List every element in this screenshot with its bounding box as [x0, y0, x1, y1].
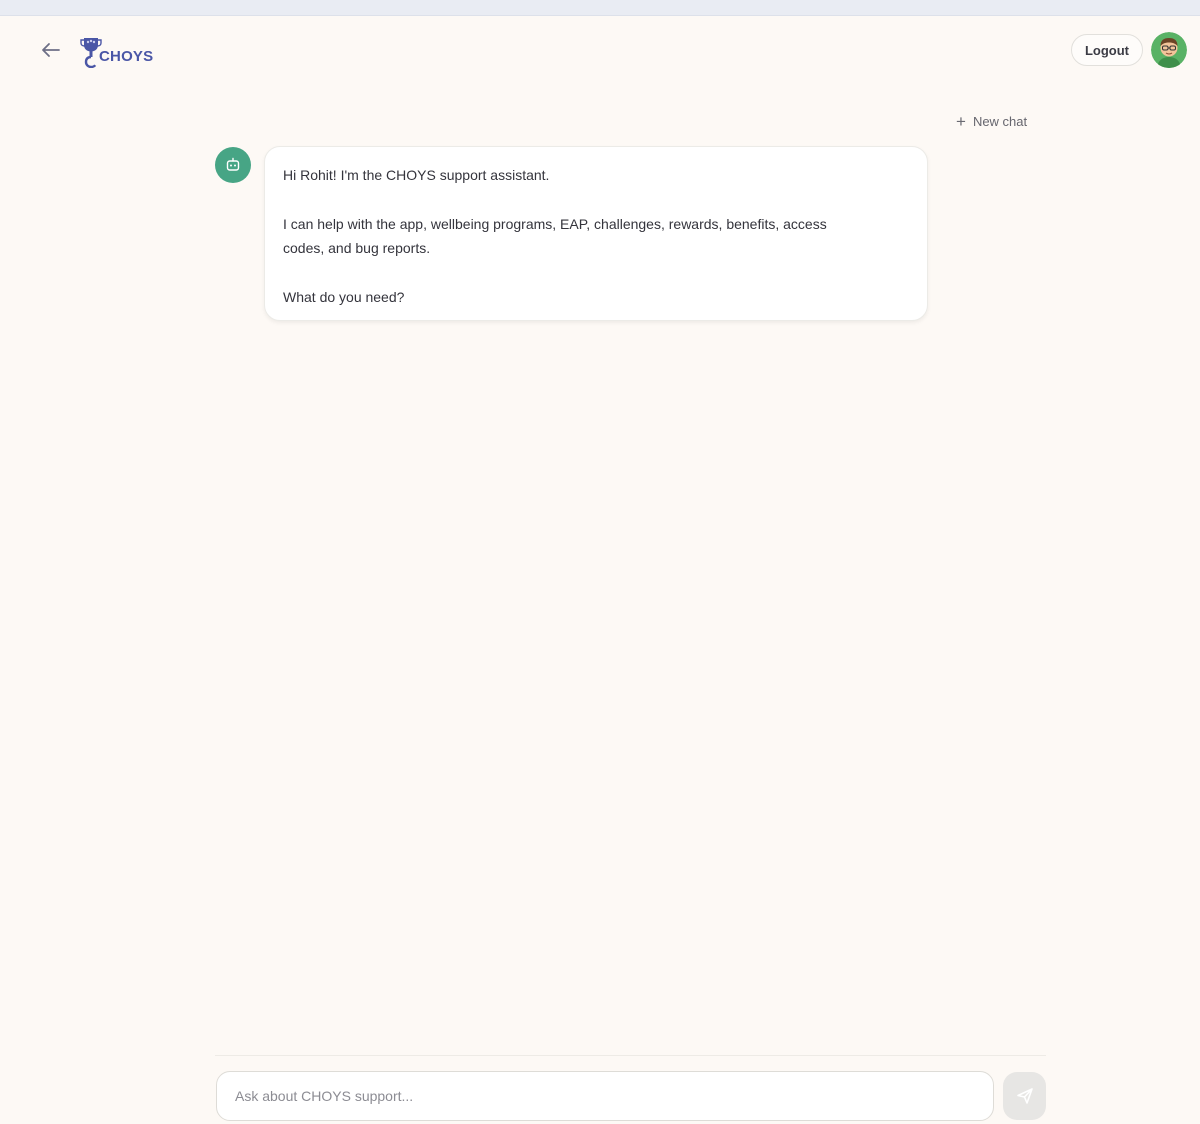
message-line: Hi Rohit! I'm the CHOYS support assistan…	[283, 167, 550, 183]
logout-button[interactable]: Logout	[1071, 34, 1143, 66]
logo-text: CHOYS	[99, 48, 154, 65]
choys-logo[interactable]: CHOYS	[80, 34, 153, 68]
browser-top-strip	[0, 0, 1200, 16]
user-avatar[interactable]	[1151, 32, 1187, 68]
composer-divider	[215, 1055, 1046, 1056]
user-avatar-icon	[1151, 32, 1187, 68]
arrow-left-icon	[42, 43, 60, 57]
back-button[interactable]	[38, 38, 64, 62]
send-icon	[1016, 1088, 1033, 1104]
assistant-message: Hi Rohit! I'm the CHOYS support assistan…	[264, 146, 928, 321]
message-line: What do you need?	[283, 288, 405, 305]
message-input[interactable]	[235, 1088, 975, 1104]
app-header: CHOYS Logout	[0, 16, 1200, 86]
message-composer	[216, 1071, 994, 1121]
new-chat-label: New chat	[972, 113, 1028, 129]
send-button[interactable]	[1003, 1072, 1046, 1120]
plus-icon: +	[956, 111, 966, 131]
robot-icon	[226, 157, 240, 171]
new-chat-button[interactable]: + New chat	[956, 111, 1027, 131]
message-line: codes, and bug reports.	[283, 240, 431, 256]
bot-avatar	[215, 147, 251, 183]
message-line: I can help with the app, wellbeing progr…	[283, 215, 827, 232]
